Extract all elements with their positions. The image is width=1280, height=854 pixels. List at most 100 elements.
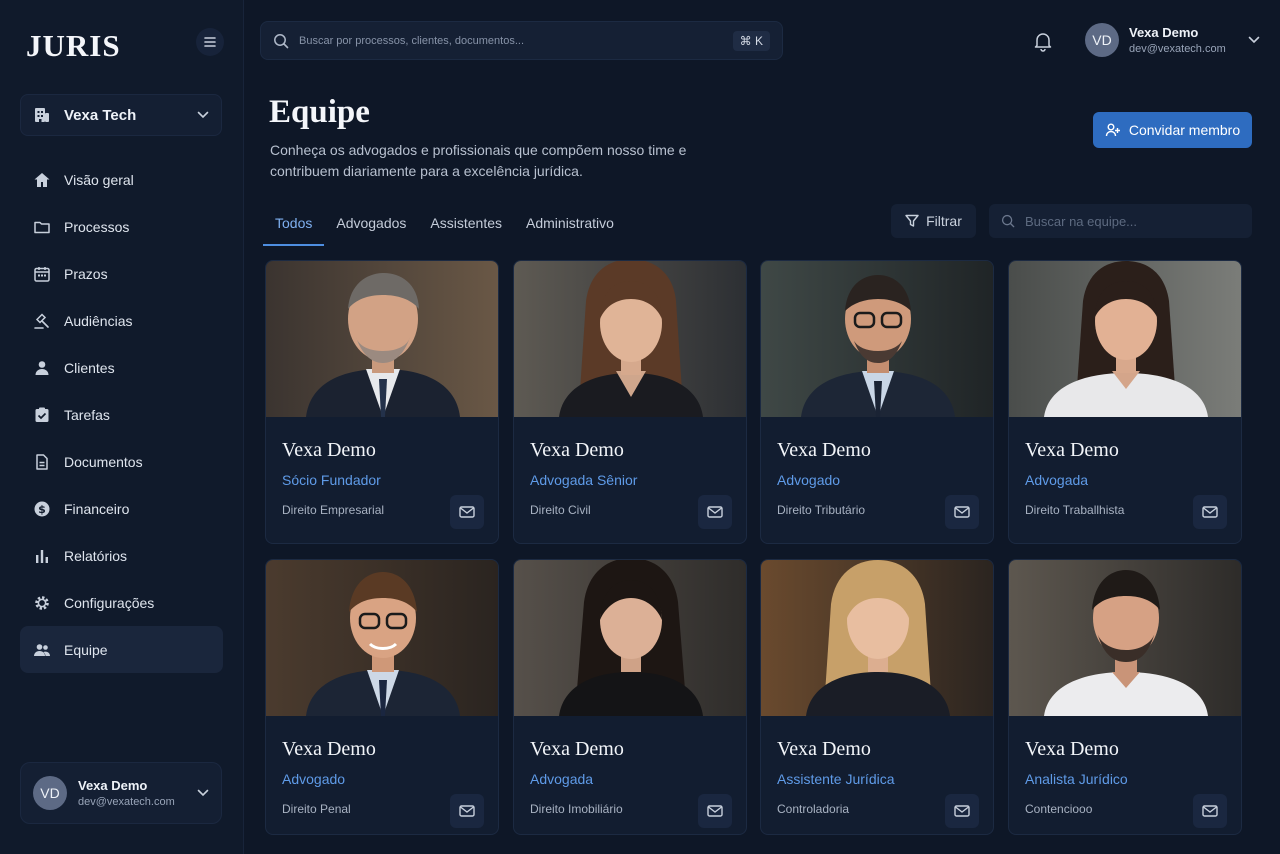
member-name: Vexa Demo bbox=[282, 439, 376, 461]
dollar-icon: $ bbox=[32, 499, 52, 519]
sidebar-item-relatorios[interactable]: Relatórios bbox=[20, 532, 223, 579]
mail-icon bbox=[459, 805, 475, 817]
email-member-button[interactable] bbox=[945, 495, 979, 529]
user-name: Vexa Demo bbox=[1129, 25, 1199, 40]
member-card[interactable]: Vexa Demo Advogada Sênior Direito Civil bbox=[513, 260, 747, 544]
filter-label: Filtrar bbox=[926, 213, 962, 229]
email-member-button[interactable] bbox=[698, 794, 732, 828]
member-area: Direito Imobiliário bbox=[530, 802, 623, 816]
chevron-down-icon bbox=[197, 789, 209, 797]
sidebar-item-label: Tarefas bbox=[64, 406, 110, 423]
sidebar-item-equipe[interactable]: Equipe bbox=[20, 626, 223, 673]
member-card[interactable]: Vexa Demo Advogado Direito Tributário bbox=[760, 260, 994, 544]
member-area: Direito Empresarial bbox=[282, 503, 385, 517]
document-icon bbox=[32, 452, 52, 472]
svg-text:$: $ bbox=[38, 503, 46, 516]
app-logo[interactable]: JURIS bbox=[26, 28, 121, 64]
member-area: Direito Tributário bbox=[777, 503, 866, 517]
global-search-input[interactable]: Buscar por processos, clientes, document… bbox=[260, 21, 783, 60]
member-card[interactable]: Vexa Demo Sócio Fundador Direito Empresa… bbox=[265, 260, 499, 544]
search-icon bbox=[274, 33, 289, 48]
member-role: Advogada bbox=[530, 771, 594, 787]
sidebar-item-label: Relatórios bbox=[64, 547, 128, 564]
member-area: Contencioοo bbox=[1025, 802, 1093, 816]
member-role: Assistente Jurídica bbox=[777, 771, 895, 787]
member-name: Vexa Demo bbox=[530, 439, 624, 461]
member-photo bbox=[1009, 261, 1241, 417]
tab-assistentes[interactable]: Assistentes bbox=[418, 200, 514, 246]
member-role: Advogado bbox=[777, 472, 841, 488]
sidebar-item-clientes[interactable]: Clientes bbox=[20, 344, 223, 391]
sidebar-item-configuracoes[interactable]: Configurações bbox=[20, 579, 223, 626]
search-icon bbox=[1001, 214, 1015, 228]
member-card[interactable]: Vexa Demo Advogado Direito Penal bbox=[265, 559, 499, 835]
sidebar-item-documentos[interactable]: Documentos bbox=[20, 438, 223, 485]
mail-icon bbox=[954, 506, 970, 518]
bell-icon bbox=[1034, 33, 1052, 52]
menu-toggle-button[interactable] bbox=[196, 28, 224, 56]
sidebar-item-tarefas[interactable]: Tarefas bbox=[20, 391, 223, 438]
member-name: Vexa Demo bbox=[1025, 439, 1119, 461]
email-member-button[interactable] bbox=[1193, 495, 1227, 529]
member-card[interactable]: Vexa Demo Advogada Direito Traballhista bbox=[1008, 260, 1242, 544]
email-member-button[interactable] bbox=[945, 794, 979, 828]
sidebar-item-visao-geral[interactable]: Visão geral bbox=[20, 156, 223, 203]
filter-button[interactable]: Filtrar bbox=[891, 204, 976, 238]
organization-select[interactable]: Vexa Tech bbox=[20, 94, 222, 136]
sidebar-item-label: Documentos bbox=[64, 453, 143, 470]
mail-icon bbox=[707, 805, 723, 817]
user-email: dev@vexatech.com bbox=[78, 796, 175, 808]
calendar-icon bbox=[32, 264, 52, 284]
sidebar-item-financeiro[interactable]: $ Financeiro bbox=[20, 485, 223, 532]
mail-icon bbox=[1202, 506, 1218, 518]
account-menu[interactable]: VD Vexa Demo dev@vexatech.com bbox=[1085, 22, 1260, 58]
member-name: Vexa Demo bbox=[1025, 738, 1119, 760]
team-tabs: Todos Advogados Assistentes Administrati… bbox=[263, 200, 626, 246]
member-card[interactable]: Vexa Demo Assistente Jurídica Controlado… bbox=[760, 559, 994, 835]
user-plus-icon bbox=[1105, 123, 1120, 137]
users-icon bbox=[32, 640, 52, 660]
sidebar-item-prazos[interactable]: Prazos bbox=[20, 250, 223, 297]
member-role: Advogada Sênior bbox=[530, 472, 638, 488]
member-role: Advogado bbox=[282, 771, 346, 787]
building-icon bbox=[35, 108, 49, 122]
tab-todos[interactable]: Todos bbox=[263, 200, 325, 246]
email-member-button[interactable] bbox=[450, 495, 484, 529]
email-member-button[interactable] bbox=[450, 794, 484, 828]
search-placeholder: Buscar por processos, clientes, document… bbox=[299, 34, 524, 47]
gavel-icon bbox=[32, 311, 52, 331]
member-area: Controladoria bbox=[777, 802, 850, 816]
member-name: Vexa Demo bbox=[777, 439, 871, 461]
member-photo bbox=[266, 560, 498, 716]
team-search-input[interactable]: Buscar na equipe... bbox=[989, 204, 1252, 238]
member-role: Sócio Fundador bbox=[282, 472, 381, 488]
notifications-button[interactable] bbox=[1032, 30, 1054, 52]
email-member-button[interactable] bbox=[698, 495, 732, 529]
sidebar-item-processos[interactable]: Processos bbox=[20, 203, 223, 250]
menu-icon bbox=[204, 37, 216, 47]
home-icon bbox=[32, 170, 52, 190]
member-card[interactable]: Vexa Demo Advogada Direito Imobiliário bbox=[513, 559, 747, 835]
member-area: Direito Traballhista bbox=[1025, 503, 1125, 517]
user-name: Vexa Demo bbox=[78, 778, 148, 793]
member-photo bbox=[761, 261, 993, 417]
member-name: Vexa Demo bbox=[777, 738, 871, 760]
page-title: Equipe bbox=[269, 94, 370, 130]
mail-icon bbox=[459, 506, 475, 518]
sidebar-nav: Visão geral Processos Prazos Audiências … bbox=[20, 156, 223, 673]
tab-advogados[interactable]: Advogados bbox=[324, 200, 418, 246]
member-area: Direito Civil bbox=[530, 503, 591, 517]
tab-administrativo[interactable]: Administrativo bbox=[514, 200, 626, 246]
bar-chart-icon bbox=[32, 546, 52, 566]
organization-name: Vexa Tech bbox=[64, 106, 137, 124]
avatar: VD bbox=[33, 776, 67, 810]
user-email: dev@vexatech.com bbox=[1129, 43, 1226, 55]
sidebar-item-audiencias[interactable]: Audiências bbox=[20, 297, 223, 344]
email-member-button[interactable] bbox=[1193, 794, 1227, 828]
invite-member-button[interactable]: Convidar membro bbox=[1093, 112, 1252, 148]
sidebar-user-menu[interactable]: VD Vexa Demo dev@vexatech.com bbox=[20, 762, 222, 824]
mail-icon bbox=[707, 506, 723, 518]
member-card[interactable]: Vexa Demo Analista Jurídico Contencioοo bbox=[1008, 559, 1242, 835]
mail-icon bbox=[1202, 805, 1218, 817]
member-role: Advogada bbox=[1025, 472, 1089, 488]
